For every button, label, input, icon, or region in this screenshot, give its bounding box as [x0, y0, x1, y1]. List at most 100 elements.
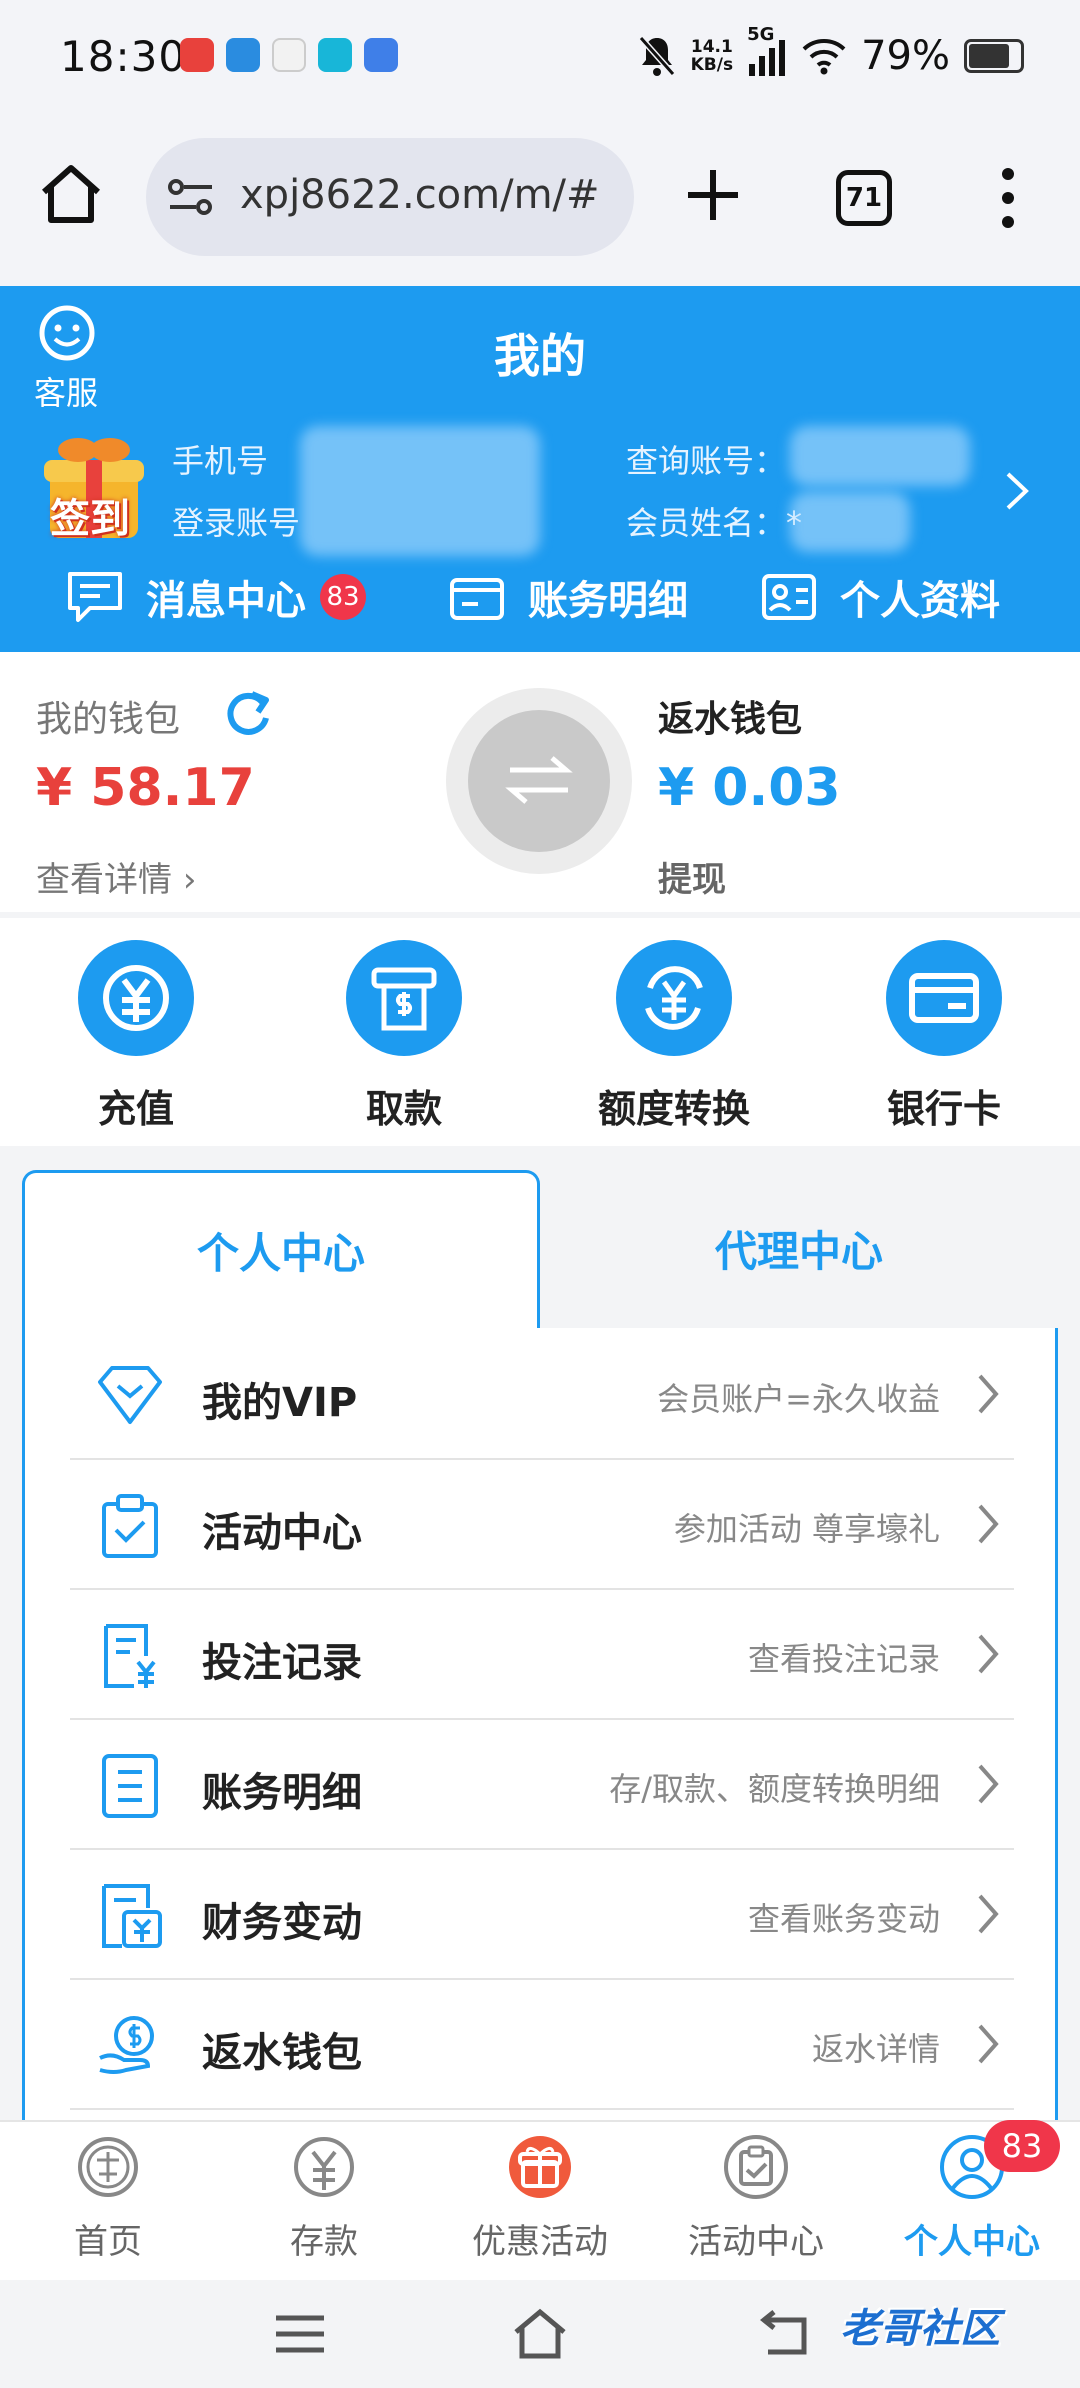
bank-card-icon [886, 940, 1002, 1056]
network-type: 5G [747, 24, 775, 45]
menu-subtitle: 参加活动 尊享壕礼 [673, 1510, 940, 1548]
watermark: 老哥社区 [840, 2306, 1000, 2352]
rebate-hand-icon [99, 2016, 154, 2074]
back-icon[interactable] [754, 2306, 814, 2362]
query-account-label: 查询账号： [626, 442, 787, 480]
page: 18:30 14.1 KB/s 5G 79% xpj8622.com/m/# 7… [0, 0, 1080, 2388]
tab-switcher-button[interactable]: 71 [836, 170, 892, 226]
transfer-button[interactable]: 额度转换 [574, 940, 774, 1133]
chevron-right-icon [978, 1894, 999, 1934]
battery-fill [969, 44, 1009, 68]
menu-item-bet-record[interactable]: 投注记录 查看投注记录 [70, 1590, 1014, 1720]
url-text[interactable]: xpj8622.com/m/# [240, 172, 600, 218]
system-navigation: 老哥社区 [0, 2280, 1080, 2388]
system-home-icon[interactable] [510, 2306, 570, 2362]
profile-link[interactable]: 个人资料 [760, 568, 1000, 626]
url-bar[interactable]: xpj8622.com/m/# [146, 138, 634, 256]
tab-personal-label[interactable]: 个人中心 [22, 1220, 540, 1281]
toutiao-app-icon [180, 38, 214, 72]
bank-card-button[interactable]: 银行卡 [844, 940, 1044, 1133]
new-tab-icon[interactable] [684, 166, 742, 224]
menu-item-activity[interactable]: 活动中心 参加活动 尊享壕礼 [70, 1460, 1014, 1590]
menu-title: 投注记录 [202, 1640, 362, 1686]
nav-home-label: 首页 [74, 2222, 142, 2262]
nav-profile[interactable]: 83 个人中心 [864, 2120, 1080, 2263]
nav-profile-badge: 83 [984, 2120, 1060, 2172]
menu-icon[interactable] [270, 2306, 330, 2362]
recharge-label: 充值 [97, 1087, 174, 1131]
notification-icons [180, 38, 398, 72]
member-name-label: 会员姓名：* [626, 504, 803, 542]
home-icon[interactable] [38, 162, 104, 228]
activity-icon [724, 2135, 788, 2199]
wallet-transfer-button[interactable] [446, 688, 632, 874]
menu-item-rebate[interactable]: 返水钱包 返水详情 [70, 1980, 1014, 2110]
swap-arrows-icon [505, 756, 573, 804]
page-title: 我的 [494, 329, 586, 383]
bottom-navigation: 首页 存款 优惠活动 活动中心 83 个人中心 [0, 2120, 1080, 2280]
nav-activity[interactable]: 活动中心 [648, 2134, 864, 2263]
messages-label: 消息中心 [146, 578, 306, 624]
withdraw-link[interactable]: 提现 [658, 852, 726, 901]
site-settings-icon[interactable] [166, 178, 216, 216]
status-bar: 18:30 14.1 KB/s 5G 79% [0, 0, 1080, 120]
messages-link[interactable]: 消息中心 83 [66, 568, 366, 626]
bill-icon [450, 578, 504, 620]
note-app-icon [364, 38, 398, 72]
rebate-wallet-label: 返水钱包 [658, 699, 803, 740]
nav-home[interactable]: 首页 [0, 2134, 216, 2263]
wifi-icon [802, 39, 846, 75]
bills-link[interactable]: 账务明细 [448, 568, 688, 626]
nav-deposit-label: 存款 [290, 2222, 358, 2262]
menu-item-finance-change[interactable]: 财务变动 查看账务变动 [70, 1850, 1014, 1980]
menu-subtitle: 查看账务变动 [747, 1900, 940, 1938]
wallet-details-link[interactable]: 查看详情 › [36, 852, 196, 901]
transfer-circle [468, 710, 610, 852]
chat-app-icon [226, 38, 260, 72]
chevron-right-icon [978, 2024, 999, 2064]
refresh-icon[interactable] [222, 688, 272, 738]
chevron-right-icon [978, 1634, 999, 1674]
nav-promotions-label: 优惠活动 [472, 2222, 608, 2262]
tab-agent-label[interactable]: 代理中心 [540, 1218, 1058, 1279]
withdraw-label: 取款 [365, 1087, 442, 1131]
menu-subtitle: 存/取款、额度转换明细 [609, 1770, 940, 1808]
bet-record-icon [104, 1624, 156, 1688]
browser-toolbar: xpj8622.com/m/# 71 [0, 120, 1080, 286]
redacted-blur [300, 426, 540, 556]
chevron-right-icon [978, 1504, 999, 1544]
chevron-right-icon [978, 1374, 999, 1414]
phone-label: 手机号 [172, 442, 269, 480]
deposit-icon [294, 2137, 354, 2197]
yuan-refresh-icon [616, 940, 732, 1056]
redacted-blur [790, 492, 910, 552]
menu-subtitle: 查看投注记录 [747, 1640, 940, 1678]
nav-promotions[interactable]: 优惠活动 [432, 2134, 648, 2263]
net-speed-unit: KB/s [690, 55, 734, 75]
transfer-label: 额度转换 [597, 1087, 750, 1131]
wallet-panel: 我的钱包 ¥ 58.17 查看详情 › 返水钱包 ¥ 0.03 提现 [0, 652, 1080, 912]
redacted-blur [790, 426, 970, 486]
battery-percent: 79% [861, 33, 950, 79]
menu-item-ledger[interactable]: 账务明细 存/取款、额度转换明细 [70, 1720, 1014, 1850]
messages-badge: 83 [320, 574, 366, 620]
chevron-right-icon[interactable] [1004, 470, 1030, 512]
recharge-button[interactable]: 充值 [36, 940, 236, 1133]
signal-group: 5G [747, 24, 787, 82]
profile-header: 客服 我的 签到 手机号 登录账号 查询账号： 会员姓名：* 消息中心 83 账… [0, 286, 1080, 652]
net-speed-value: 14.1 [690, 37, 733, 57]
menu-item-vip[interactable]: 我的VIP 会员账户=永久收益 [70, 1330, 1014, 1460]
more-menu-icon[interactable] [996, 166, 1020, 230]
wallet-details-text: 查看详情 [36, 860, 172, 900]
bank-card-label: 银行卡 [886, 1087, 1001, 1131]
menu-subtitle: 返水详情 [811, 2030, 940, 2068]
checkin-label[interactable]: 签到 [50, 486, 130, 544]
id-card-icon [762, 574, 816, 620]
nav-activity-label: 活动中心 [688, 2222, 824, 2262]
clipboard-check-icon [102, 1494, 158, 1558]
nav-deposit[interactable]: 存款 [216, 2134, 432, 2263]
atm-icon [346, 940, 462, 1056]
lottery-icon [78, 2137, 138, 2197]
withdraw-button[interactable]: 取款 [304, 940, 504, 1133]
quick-actions: 充值 取款 额度转换 银行卡 [0, 918, 1080, 1146]
